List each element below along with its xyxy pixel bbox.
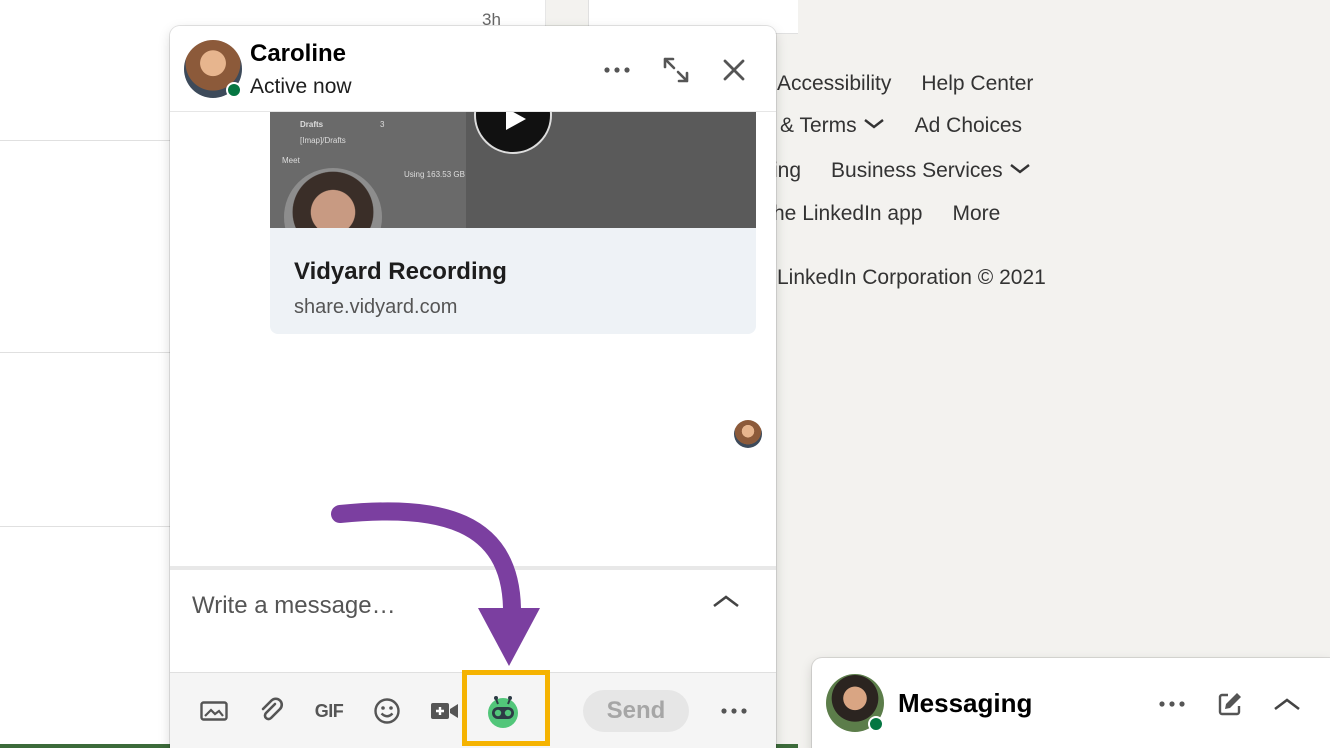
ellipsis-icon: [1159, 701, 1185, 707]
chat-contact-status: Active now: [250, 75, 352, 98]
thumbnail-text: 3: [380, 120, 385, 129]
messaging-options-button[interactable]: [1152, 684, 1192, 724]
video-meeting-button[interactable]: [425, 691, 465, 731]
close-button[interactable]: [714, 50, 754, 90]
highlight-box: [462, 670, 550, 746]
thumbnail-sidebar: Drafts 3 [Imap]/Drafts Meet Using 163.53…: [270, 112, 466, 228]
gif-button[interactable]: GIF: [309, 691, 349, 731]
compose-message-button[interactable]: [1210, 684, 1250, 724]
chevron-up-icon: [1274, 698, 1300, 711]
video-thumbnail[interactable]: Drafts 3 [Imap]/Drafts Meet Using 163.53…: [270, 112, 756, 228]
thumbnail-text: Meet: [282, 156, 300, 165]
footer-link-more[interactable]: More: [952, 202, 1000, 226]
read-receipt-avatar: [734, 420, 762, 448]
link-preview-url: share.vidyard.com: [294, 296, 458, 318]
footer-link-get-app[interactable]: he LinkedIn app: [773, 202, 922, 226]
ellipsis-icon: [604, 67, 630, 73]
link-preview-card[interactable]: Vidyard Recording share.vidyard.com: [270, 228, 756, 334]
messaging-title[interactable]: Messaging: [898, 688, 1032, 719]
footer-link-accessibility[interactable]: Accessibility: [777, 72, 891, 96]
footer-link-label: & Terms: [780, 114, 857, 137]
close-icon: [723, 59, 745, 81]
online-status-dot: [868, 716, 884, 732]
emoji-button[interactable]: [367, 691, 407, 731]
chat-contact-name[interactable]: Caroline: [250, 40, 346, 68]
compose-icon: [1218, 693, 1241, 716]
presenter-face: [284, 168, 382, 228]
footer-copyright: LinkedIn Corporation © 2021: [777, 266, 1046, 289]
footer-link-label: Business Services: [831, 159, 1003, 182]
annotation-arrow-icon: [331, 502, 540, 666]
footer-link-business-services[interactable]: Business Services: [831, 159, 1031, 183]
chevron-down-icon: [1009, 164, 1030, 174]
attach-image-button[interactable]: [194, 691, 234, 731]
video-camera-icon: [431, 703, 458, 719]
thumbnail-text: [Imap]/Drafts: [300, 136, 346, 145]
link-preview-title: Vidyard Recording: [294, 258, 507, 285]
footer-link-help-center[interactable]: Help Center: [921, 72, 1033, 96]
more-compose-options-button[interactable]: [714, 691, 754, 731]
online-status-dot: [226, 82, 242, 98]
ellipsis-icon: [721, 708, 747, 714]
thumbnail-text: Using 163.53 GB: [404, 170, 465, 179]
image-icon: [200, 701, 228, 721]
footer-link-privacy-terms[interactable]: & Terms: [780, 114, 885, 138]
collapse-messaging-button[interactable]: [1267, 684, 1307, 724]
attach-file-button[interactable]: [252, 691, 292, 731]
messaging-bar[interactable]: Messaging: [812, 658, 1330, 748]
more-options-button[interactable]: [597, 50, 637, 90]
compose-toolbar: GIF Send: [170, 670, 776, 748]
expand-button[interactable]: [656, 50, 696, 90]
expand-icon: [663, 57, 689, 83]
footer-link-ad-choices[interactable]: Ad Choices: [915, 114, 1022, 138]
play-icon[interactable]: [474, 112, 552, 154]
footer-link-advertising[interactable]: ing: [773, 159, 801, 183]
chevron-down-icon: [863, 119, 884, 129]
thumbnail-text: Drafts: [300, 120, 324, 129]
chevron-up-icon: [713, 595, 739, 608]
emoji-icon: [374, 698, 400, 724]
send-button[interactable]: Send: [583, 690, 689, 732]
paperclip-icon: [261, 697, 283, 721]
expand-compose-button[interactable]: [706, 586, 746, 616]
chat-header[interactable]: Caroline Active now: [170, 26, 776, 112]
